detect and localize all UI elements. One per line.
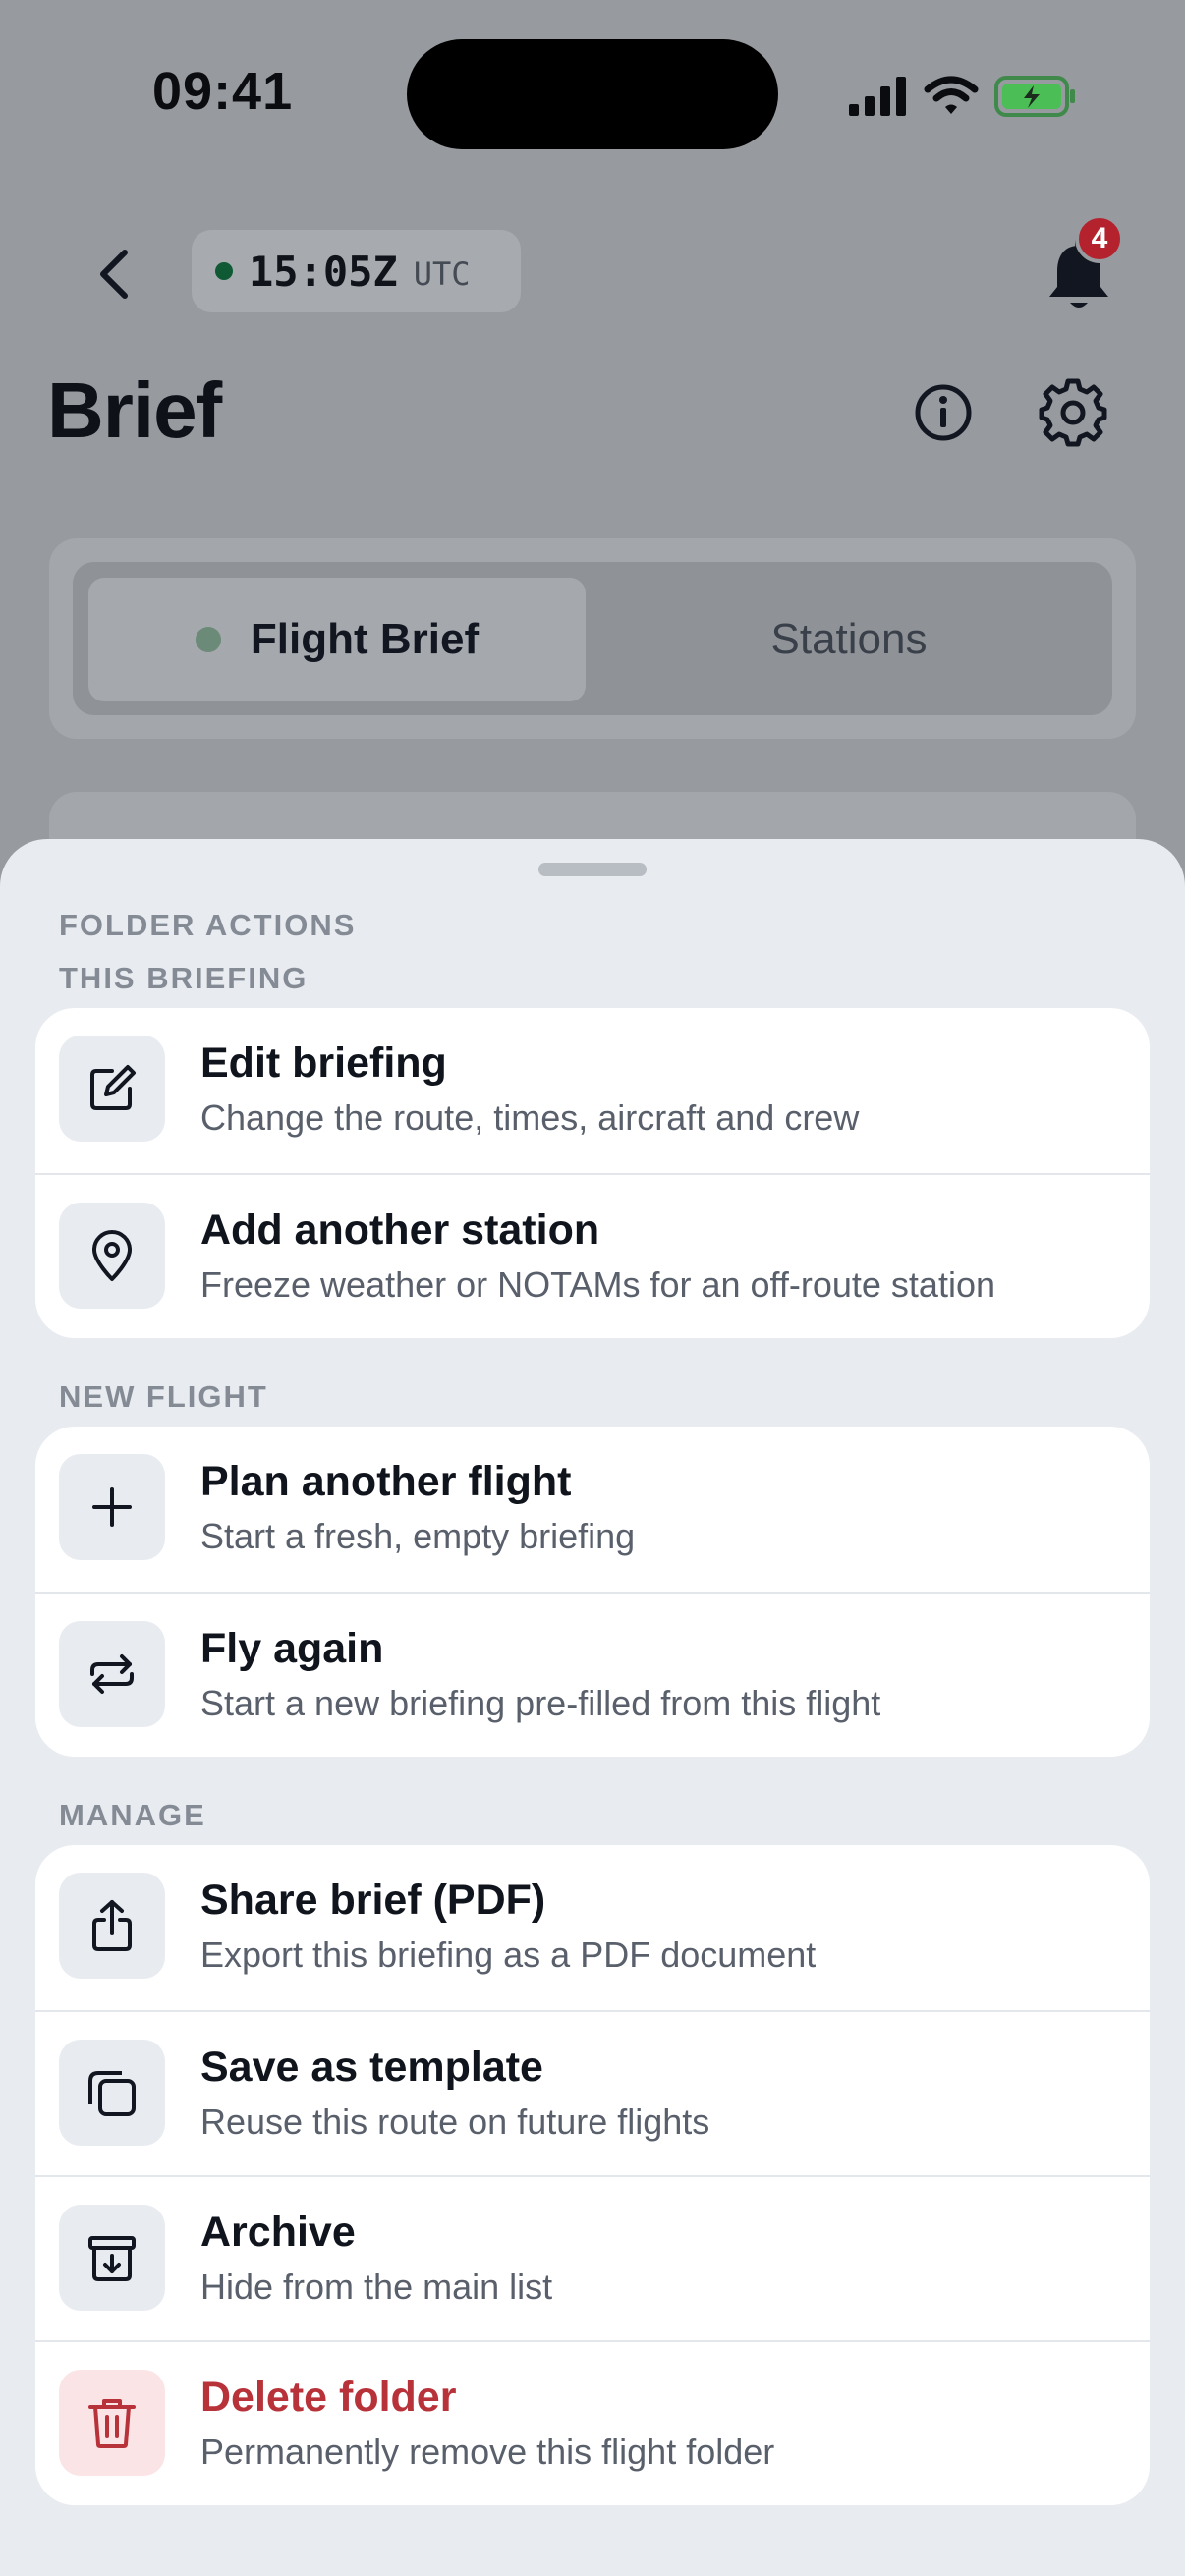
this-briefing-group: Edit briefing Change the route, times, a… <box>35 1008 1150 1338</box>
map-pin-icon-tile <box>59 1203 165 1309</box>
battery-icon <box>994 76 1077 117</box>
row-subtitle: Reuse this route on future flights <box>200 2101 710 2142</box>
archive-icon-tile <box>59 2205 165 2311</box>
dynamic-island <box>407 39 778 149</box>
share-brief-row[interactable]: Share brief (PDF) Export this briefing a… <box>35 1845 1150 2010</box>
plus-icon <box>85 1480 140 1535</box>
row-title: Save as template <box>200 2044 543 2091</box>
status-bar: 09:41 <box>0 0 1185 187</box>
gear-icon <box>1038 377 1108 448</box>
page-title: Brief <box>47 366 222 454</box>
plus-icon-tile <box>59 1454 165 1560</box>
status-icons <box>847 69 1077 124</box>
cellular-signal-icon <box>847 77 908 116</box>
row-title: Share brief (PDF) <box>200 1876 546 1924</box>
new-flight-group: Plan another flight Start a fresh, empty… <box>35 1427 1150 1757</box>
status-dot <box>195 627 221 652</box>
utc-time: 15:05Z <box>249 247 398 296</box>
row-subtitle: Start a fresh, empty briefing <box>200 1516 636 1556</box>
sheet-grabber[interactable] <box>538 863 647 876</box>
copy-icon <box>85 2065 140 2120</box>
row-subtitle: Change the route, times, aircraft and cr… <box>200 1097 860 1138</box>
row-subtitle: Permanently remove this flight folder <box>200 2432 775 2472</box>
edit-icon-tile <box>59 1036 165 1142</box>
fly-again-row[interactable]: Fly again Start a new briefing pre-fille… <box>35 1592 1150 1757</box>
wifi-icon <box>924 76 979 117</box>
back-button[interactable] <box>81 240 149 308</box>
row-subtitle: Freeze weather or NOTAMs for an off-rout… <box>200 1264 995 1305</box>
row-title: Archive <box>200 2209 356 2256</box>
repeat-icon <box>85 1647 140 1702</box>
section-header-new-flight: NEW FLIGHT <box>59 1379 268 1414</box>
add-station-row[interactable]: Add another station Freeze weather or NO… <box>35 1173 1150 1338</box>
info-button[interactable] <box>908 377 979 448</box>
plan-another-flight-row[interactable]: Plan another flight Start a fresh, empty… <box>35 1427 1150 1592</box>
copy-icon-tile <box>59 2040 165 2146</box>
trash-icon-tile <box>59 2370 165 2476</box>
repeat-icon-tile <box>59 1621 165 1727</box>
chevron-left-icon <box>95 249 135 300</box>
edit-briefing-row[interactable]: Edit briefing Change the route, times, a… <box>35 1008 1150 1173</box>
nav-row: 15:05Z UTC <box>0 228 1185 316</box>
row-subtitle: Start a new briefing pre-filled from thi… <box>200 1683 881 1723</box>
manage-group: Share brief (PDF) Export this briefing a… <box>35 1845 1150 2505</box>
section-header-manage: MANAGE <box>59 1798 206 1832</box>
save-as-template-row[interactable]: Save as template Reuse this route on fut… <box>35 2010 1150 2175</box>
row-subtitle: Hide from the main list <box>200 2267 553 2307</box>
delete-folder-row[interactable]: Delete folder Permanently remove this fl… <box>35 2340 1150 2505</box>
tab-flight-brief[interactable]: Flight Brief <box>88 578 586 701</box>
tab-label: Flight Brief <box>250 615 480 663</box>
edit-icon <box>85 1061 140 1116</box>
live-dot <box>215 262 233 280</box>
archive-icon <box>85 2230 140 2285</box>
tab-stations[interactable]: Stations <box>601 578 1097 701</box>
status-time: 09:41 <box>152 62 294 121</box>
row-title: Add another station <box>200 1206 600 1254</box>
share-icon-tile <box>59 1873 165 1979</box>
row-title: Edit briefing <box>200 1039 447 1087</box>
folder-actions-sheet: FOLDER ACTIONS THIS BRIEFING Edit briefi… <box>0 839 1185 2576</box>
section-header-this-briefing: THIS BRIEFING <box>59 961 309 995</box>
trash-icon <box>85 2395 140 2450</box>
row-title: Plan another flight <box>200 1458 572 1505</box>
row-title: Delete folder <box>200 2374 457 2421</box>
info-icon <box>908 377 979 448</box>
utc-clock-pill: 15:05Z UTC <box>192 230 521 312</box>
sheet-title: FOLDER ACTIONS <box>59 908 357 942</box>
archive-row[interactable]: Archive Hide from the main list <box>35 2175 1150 2340</box>
row-title: Fly again <box>200 1625 384 1672</box>
background-app: 09:41 15:05Z UTC 4 Brief Flight Brief St… <box>0 0 1185 988</box>
utc-label: UTC <box>413 255 471 293</box>
settings-button[interactable] <box>1038 377 1108 448</box>
notification-badge: 4 <box>1075 214 1124 263</box>
map-pin-icon <box>85 1228 140 1283</box>
row-subtitle: Export this briefing as a PDF document <box>200 1934 817 1975</box>
share-icon <box>85 1898 140 1953</box>
